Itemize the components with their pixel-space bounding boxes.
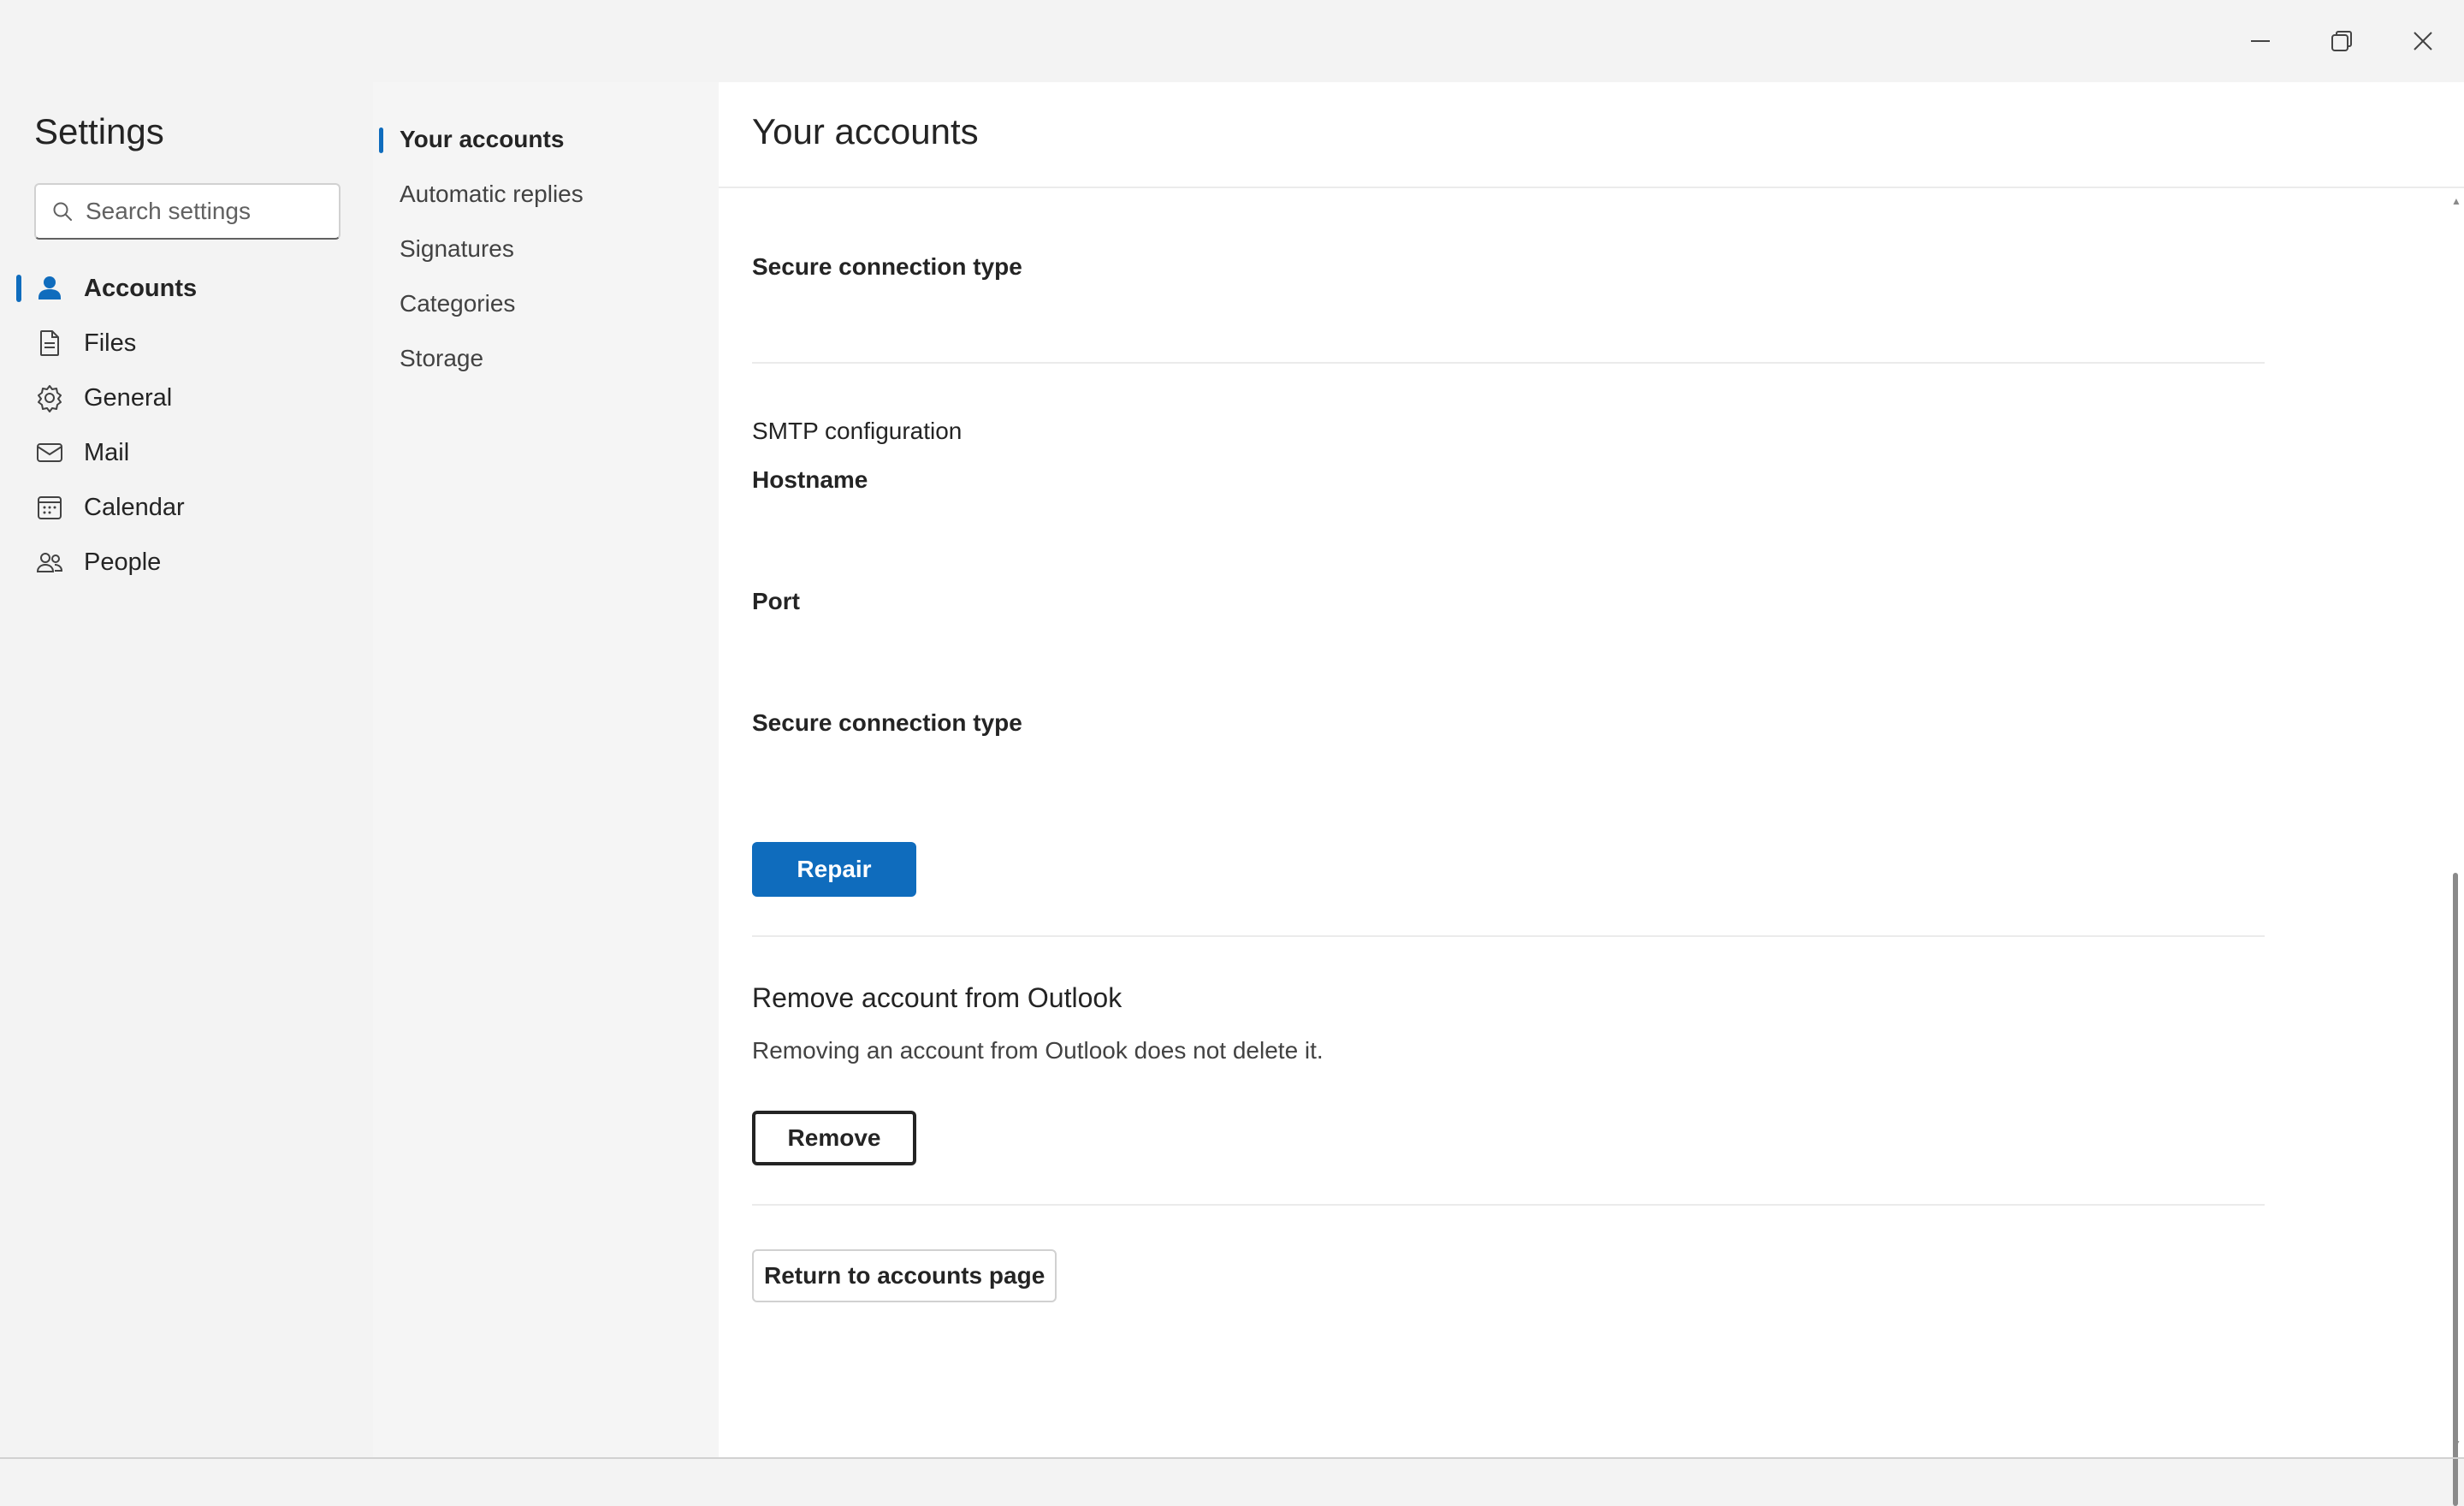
sidebar-item-accounts[interactable]: Accounts <box>0 261 368 316</box>
remove-account-description: Removing an account from Outlook does no… <box>752 1037 1324 1064</box>
smtp-configuration-heading: SMTP configuration <box>752 418 962 444</box>
close-icon <box>2414 32 2432 50</box>
subnav-item-signatures[interactable]: Signatures <box>373 222 719 276</box>
scrollbar-thumb[interactable] <box>2453 873 2458 1506</box>
search-box[interactable] <box>34 183 341 240</box>
sidebar-item-label: Calendar <box>84 493 185 521</box>
settings-title: Settings <box>34 111 164 151</box>
scroll-down-icon[interactable]: ▼ <box>2451 1438 2461 1449</box>
file-icon <box>34 328 65 359</box>
close-button[interactable] <box>2382 0 2464 82</box>
minimize-button[interactable] <box>2219 0 2301 82</box>
calendar-icon <box>34 492 65 523</box>
subnav-item-storage[interactable]: Storage <box>373 331 719 386</box>
sidebar-item-people[interactable]: People <box>0 535 368 590</box>
mail-icon <box>34 437 65 468</box>
vertical-scrollbar[interactable]: ▲ ▼ <box>2447 188 2464 1506</box>
divider <box>752 362 2265 364</box>
sidebar-item-calendar[interactable]: Calendar <box>0 480 368 535</box>
gear-icon <box>34 382 65 413</box>
remove-account-title: Remove account from Outlook <box>752 982 1122 1013</box>
divider <box>752 1204 2265 1206</box>
content-header: Your accounts <box>719 82 2464 188</box>
smtp-secure-connection-label: Secure connection type <box>752 709 1022 736</box>
hostname-label: Hostname <box>752 466 868 493</box>
person-icon <box>34 273 65 304</box>
return-to-accounts-button[interactable]: Return to accounts page <box>752 1249 1057 1302</box>
sidebar-item-label: Files <box>84 329 137 357</box>
sidebar-item-general[interactable]: General <box>0 371 368 425</box>
accounts-subnav: Your accounts Automatic replies Signatur… <box>373 112 719 386</box>
scroll-up-icon[interactable]: ▲ <box>2451 196 2461 206</box>
sidebar-item-label: Accounts <box>84 274 198 302</box>
account-details: Secure connection type SMTP configuratio… <box>719 188 2464 1457</box>
settings-nav: Accounts Files General Mail Calendar Peo… <box>0 261 368 590</box>
port-label: Port <box>752 588 800 614</box>
people-icon <box>34 547 65 578</box>
sidebar-item-label: Mail <box>84 438 130 466</box>
restore-button[interactable] <box>2301 0 2383 82</box>
subnav-item-your-accounts[interactable]: Your accounts <box>373 112 719 167</box>
divider <box>752 935 2265 937</box>
search-input[interactable] <box>86 198 334 225</box>
sidebar-item-files[interactable]: Files <box>0 316 368 371</box>
remove-button[interactable]: Remove <box>752 1111 916 1165</box>
search-icon <box>53 202 72 221</box>
page-title: Your accounts <box>752 111 979 151</box>
secure-connection-label: Secure connection type <box>752 253 1022 280</box>
title-bar <box>0 0 2464 82</box>
restore-icon <box>2331 31 2352 51</box>
repair-button[interactable]: Repair <box>752 842 916 897</box>
main-content: Your accounts Secure connection type SMT… <box>719 82 2464 1506</box>
subnav-item-categories[interactable]: Categories <box>373 276 719 331</box>
minimize-icon <box>2251 40 2270 42</box>
subnav-item-automatic-replies[interactable]: Automatic replies <box>373 167 719 222</box>
sidebar-item-label: People <box>84 548 162 576</box>
sidebar-item-label: General <box>84 383 173 412</box>
sidebar-item-mail[interactable]: Mail <box>0 425 368 480</box>
